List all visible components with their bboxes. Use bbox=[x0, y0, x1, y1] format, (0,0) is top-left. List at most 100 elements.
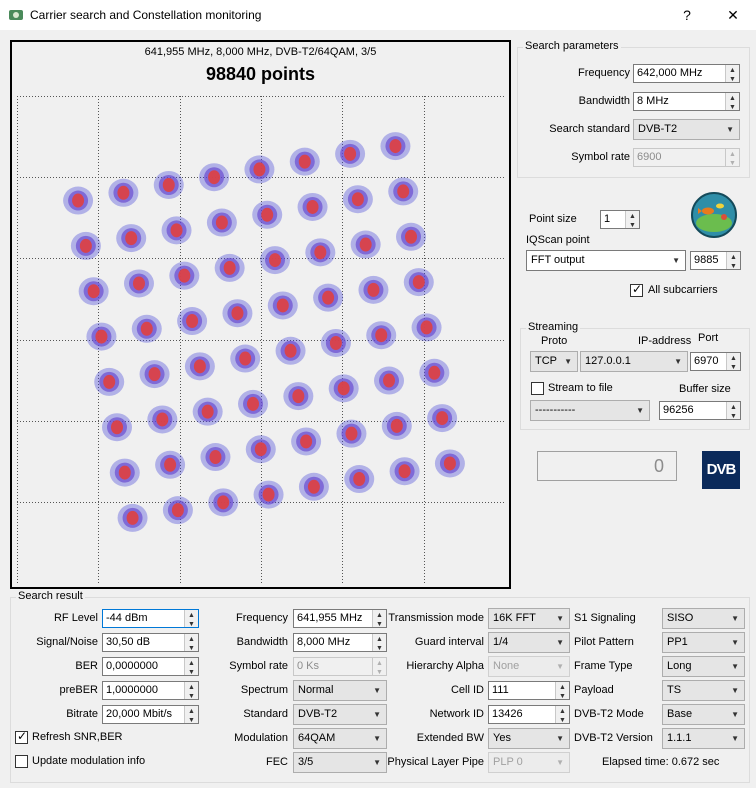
standard-select[interactable]: DVB-T2 ▼ bbox=[293, 704, 387, 725]
port-spinner[interactable] bbox=[726, 353, 740, 370]
transmission-mode-select[interactable]: 16K FFT ▼ bbox=[488, 608, 570, 629]
fec-select[interactable]: 3/5 ▼ bbox=[293, 752, 387, 773]
plp-label: Physical Layer Pipe bbox=[387, 756, 484, 768]
snr-input[interactable]: 30,50 dB bbox=[102, 633, 199, 652]
result-frequency-input[interactable]: 641,955 MHz bbox=[293, 609, 387, 628]
proto-select[interactable]: TCP ▼ bbox=[530, 351, 578, 372]
guard-interval-value: 1/4 bbox=[493, 636, 509, 648]
buffer-size-spinner[interactable] bbox=[726, 402, 740, 419]
cell-id-input[interactable]: 111 bbox=[488, 681, 570, 700]
standard-label: Standard bbox=[243, 708, 288, 720]
bandwidth-spinner[interactable] bbox=[725, 93, 739, 110]
search-parameters-legend: Search parameters bbox=[523, 40, 621, 52]
chevron-down-icon: ▼ bbox=[373, 710, 381, 719]
constellation-cluster bbox=[403, 268, 434, 297]
symbol-rate-label: Symbol rate bbox=[571, 151, 630, 163]
app-icon bbox=[9, 10, 23, 20]
constellation-cluster bbox=[396, 222, 427, 251]
network-id-spinner[interactable] bbox=[555, 706, 569, 723]
rf-level-spinner[interactable] bbox=[184, 610, 198, 627]
search-standard-select[interactable]: DVB-T2 ▼ bbox=[633, 119, 740, 140]
symbol-rate-input: 6900 bbox=[633, 148, 740, 167]
constellation-cluster bbox=[336, 419, 367, 448]
bandwidth-input[interactable]: 8 MHz bbox=[633, 92, 740, 111]
constellation-cluster bbox=[169, 261, 200, 290]
spectrum-value: Normal bbox=[298, 684, 334, 696]
t2-mode-select[interactable]: Base ▼ bbox=[662, 704, 745, 725]
result-symbol-rate-spinner bbox=[372, 658, 386, 675]
modulation-select[interactable]: 64QAM ▼ bbox=[293, 728, 387, 749]
ber-input[interactable]: 0,0000000 bbox=[102, 657, 199, 676]
close-button[interactable]: ✕ bbox=[718, 4, 748, 26]
stream-to-file-label: Stream to file bbox=[548, 382, 613, 394]
spectrum-select[interactable]: Normal ▼ bbox=[293, 680, 387, 701]
iqscan-index-spinner[interactable] bbox=[726, 252, 740, 269]
frequency-input[interactable]: 642,000 MHz bbox=[633, 64, 740, 83]
elapsed-time: Elapsed time: 0.672 sec bbox=[602, 756, 720, 768]
payload-label: Payload bbox=[574, 684, 614, 696]
chevron-down-icon: ▼ bbox=[373, 758, 381, 767]
cell-id-spinner[interactable] bbox=[555, 682, 569, 699]
help-button[interactable]: ? bbox=[672, 4, 702, 26]
chevron-down-icon: ▼ bbox=[731, 686, 739, 695]
refresh-snr-checkbox[interactable] bbox=[15, 729, 28, 744]
constellation-cluster bbox=[381, 411, 412, 440]
bitrate-spinner[interactable] bbox=[184, 706, 198, 723]
frame-type-value: Long bbox=[667, 660, 692, 672]
constellation-cluster bbox=[328, 374, 359, 403]
guard-interval-label: Guard interval bbox=[414, 636, 484, 648]
port-input[interactable]: 6970 bbox=[690, 352, 741, 371]
result-bandwidth-input[interactable]: 8,000 MHz bbox=[293, 633, 387, 652]
fec-label: FEC bbox=[266, 756, 288, 768]
preber-spinner[interactable] bbox=[184, 682, 198, 699]
preber-input[interactable]: 1,0000000 bbox=[102, 681, 199, 700]
extended-bw-select[interactable]: Yes ▼ bbox=[488, 728, 570, 749]
constellation-cluster bbox=[366, 321, 397, 350]
constellation-cluster bbox=[200, 443, 231, 472]
all-subcarriers-checkbox[interactable] bbox=[630, 282, 643, 297]
rf-level-label: RF Level bbox=[53, 612, 98, 624]
update-modulation-checkbox[interactable] bbox=[15, 755, 28, 768]
stream-file-select[interactable]: ----------- ▼ bbox=[530, 400, 650, 421]
constellation-cluster bbox=[131, 314, 162, 343]
chevron-down-icon: ▼ bbox=[674, 357, 682, 366]
constellation-cluster bbox=[208, 488, 239, 517]
frequency-spinner[interactable] bbox=[725, 65, 739, 82]
constellation-cluster bbox=[297, 192, 328, 221]
extended-bw-label: Extended BW bbox=[416, 732, 484, 744]
point-size-input[interactable]: 1 bbox=[600, 210, 640, 229]
guard-interval-select[interactable]: 1/4 ▼ bbox=[488, 632, 570, 653]
iqscan-select[interactable]: FFT output ▼ bbox=[526, 250, 686, 271]
rf-level-input[interactable]: -44 dBm bbox=[102, 609, 199, 628]
result-bandwidth-spinner[interactable] bbox=[372, 634, 386, 651]
pilot-pattern-select[interactable]: PP1 ▼ bbox=[662, 632, 745, 653]
constellation-cluster bbox=[230, 344, 261, 373]
hierarchy-alpha-value: None bbox=[493, 660, 520, 672]
ip-address-select[interactable]: 127.0.0.1 ▼ bbox=[580, 351, 688, 372]
iqscan-index-input[interactable]: 9885 bbox=[690, 251, 741, 270]
proto-label: Proto bbox=[541, 335, 568, 347]
buffer-size-input[interactable]: 96256 bbox=[659, 401, 741, 420]
constellation-cluster bbox=[101, 413, 132, 442]
result-frequency-spinner[interactable] bbox=[372, 610, 386, 627]
constellation-cluster bbox=[161, 216, 192, 245]
constellation-cluster bbox=[238, 389, 269, 418]
stream-to-file-checkbox[interactable] bbox=[531, 382, 544, 395]
constellation-cluster bbox=[206, 208, 237, 237]
t2-version-select[interactable]: 1.1.1 ▼ bbox=[662, 728, 745, 749]
point-size-spinner[interactable] bbox=[625, 211, 639, 228]
frame-type-select[interactable]: Long ▼ bbox=[662, 656, 745, 677]
buffer-size-value: 96256 bbox=[663, 404, 694, 416]
bitrate-input[interactable]: 20,000 Mbit/s bbox=[102, 705, 199, 724]
ber-spinner[interactable] bbox=[184, 658, 198, 675]
s1-signaling-select[interactable]: SISO ▼ bbox=[662, 608, 745, 629]
streaming-legend: Streaming bbox=[526, 321, 581, 333]
constellation-cluster bbox=[139, 360, 170, 389]
constellation-cluster bbox=[427, 404, 458, 433]
snr-spinner[interactable] bbox=[184, 634, 198, 651]
chevron-down-icon: ▼ bbox=[726, 125, 734, 134]
title-bar: Carrier search and Constellation monitor… bbox=[0, 0, 756, 30]
payload-select[interactable]: TS ▼ bbox=[662, 680, 745, 701]
network-id-input[interactable]: 13426 bbox=[488, 705, 570, 724]
standard-value: DVB-T2 bbox=[298, 708, 338, 720]
